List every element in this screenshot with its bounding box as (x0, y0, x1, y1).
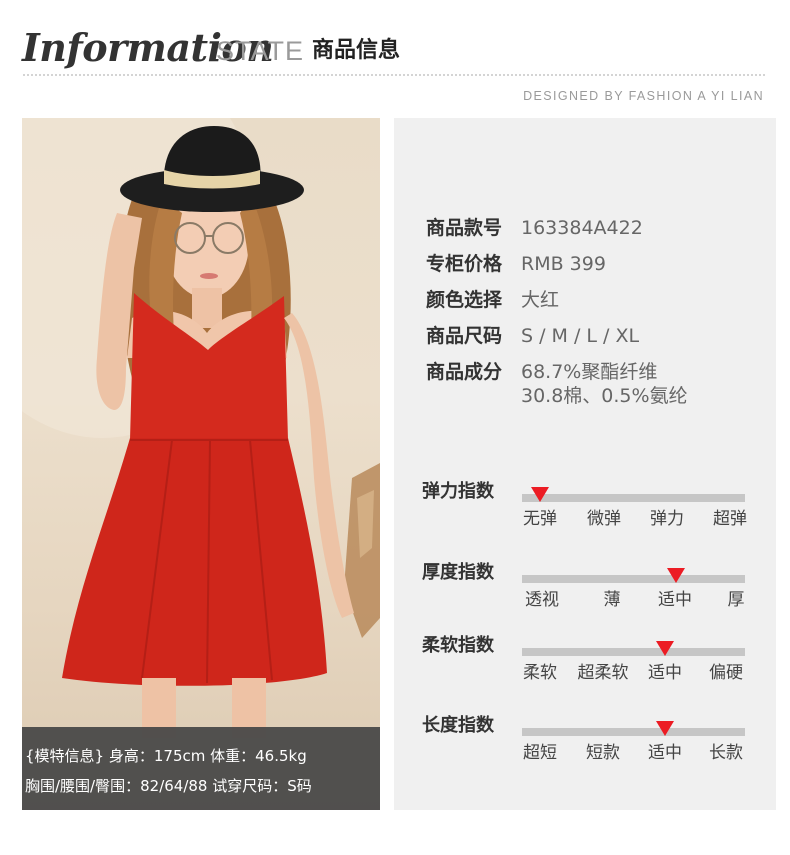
index-label: 超柔软 (577, 663, 629, 683)
index-label: 无弹 (523, 509, 557, 529)
product-info-panel: 商品款号 163384A422 专柜价格 RMB 399 颜色选择 大红 商品尺码 S … (394, 118, 776, 810)
header-dotted-divider (22, 73, 767, 77)
index-marker (655, 641, 674, 656)
index-label: 适中 (658, 590, 692, 610)
index-label: 弹力 (650, 509, 684, 529)
index-marker (530, 487, 549, 502)
index-track (522, 575, 745, 583)
index-label: 柔软 (523, 663, 557, 683)
header-cn-title: 商品信息 (312, 38, 401, 63)
spec-key: 颜色选择 (426, 289, 503, 311)
spec-size: 商品尺码 S / M / L / XL (426, 324, 639, 348)
model-info-bar: {模特信息} 身高：175cm 体重：46.5kg 胸围/腰围/臀围：82/64… (22, 727, 380, 810)
spec-key: 商品尺码 (426, 325, 503, 347)
spec-key: 商品款号 (426, 217, 503, 239)
index-title: 长度指数 (422, 715, 494, 736)
index-track (522, 728, 745, 736)
index-label: 偏硬 (709, 663, 743, 683)
index-label: 厚 (727, 590, 745, 610)
model-info-line2: 胸围/腰围/臀围：82/64/88 试穿尺码：S码 (25, 777, 312, 795)
model-info-label: {模特信息} (25, 747, 105, 765)
index-title: 厚度指数 (422, 562, 494, 583)
index-label: 微弹 (587, 509, 621, 529)
index-label: 短款 (586, 743, 620, 763)
model-illustration (22, 118, 380, 738)
spec-price: 专柜价格 RMB 399 (426, 252, 606, 276)
index-track (522, 648, 745, 656)
header-state-text: STATE (216, 36, 305, 66)
index-label: 适中 (648, 743, 682, 763)
model-photo: {模特信息} 身高：175cm 体重：46.5kg 胸围/腰围/臀围：82/64… (22, 118, 380, 810)
spec-value: 大红 (521, 289, 560, 311)
header-subtitle: DESIGNED BY FASHION A YI LIAN (523, 89, 764, 103)
spec-style-number: 商品款号 163384A422 (426, 216, 643, 240)
index-label: 薄 (603, 590, 621, 610)
index-label: 长款 (709, 743, 743, 763)
index-label: 适中 (648, 663, 682, 683)
index-marker (666, 568, 685, 583)
index-label: 超弹 (713, 509, 747, 529)
spec-key: 专柜价格 (426, 253, 503, 275)
model-info-height-weight: 身高：175cm 体重：46.5kg (104, 747, 307, 765)
index-title: 弹力指数 (422, 481, 494, 502)
index-label: 透视 (525, 590, 559, 610)
index-label: 超短 (523, 743, 557, 763)
spec-color: 颜色选择 大红 (426, 288, 559, 312)
spec-value: S / M / L / XL (521, 325, 640, 347)
spec-key: 商品成分 (426, 361, 503, 383)
spec-value: 68.7%聚酯纤维 (521, 361, 658, 383)
spec-composition: 商品成分 68.7%聚酯纤维 30.8棉、0.5%氨纶 (426, 360, 688, 408)
spec-value: RMB 399 (521, 253, 606, 275)
spec-value: 163384A422 (521, 217, 643, 239)
index-marker (655, 721, 674, 736)
index-track (522, 494, 745, 502)
index-title: 柔软指数 (422, 635, 494, 656)
spec-value-line2: 30.8棉、0.5%氨纶 (521, 385, 688, 407)
model-info-line1: {模特信息} 身高：175cm 体重：46.5kg (25, 741, 380, 771)
